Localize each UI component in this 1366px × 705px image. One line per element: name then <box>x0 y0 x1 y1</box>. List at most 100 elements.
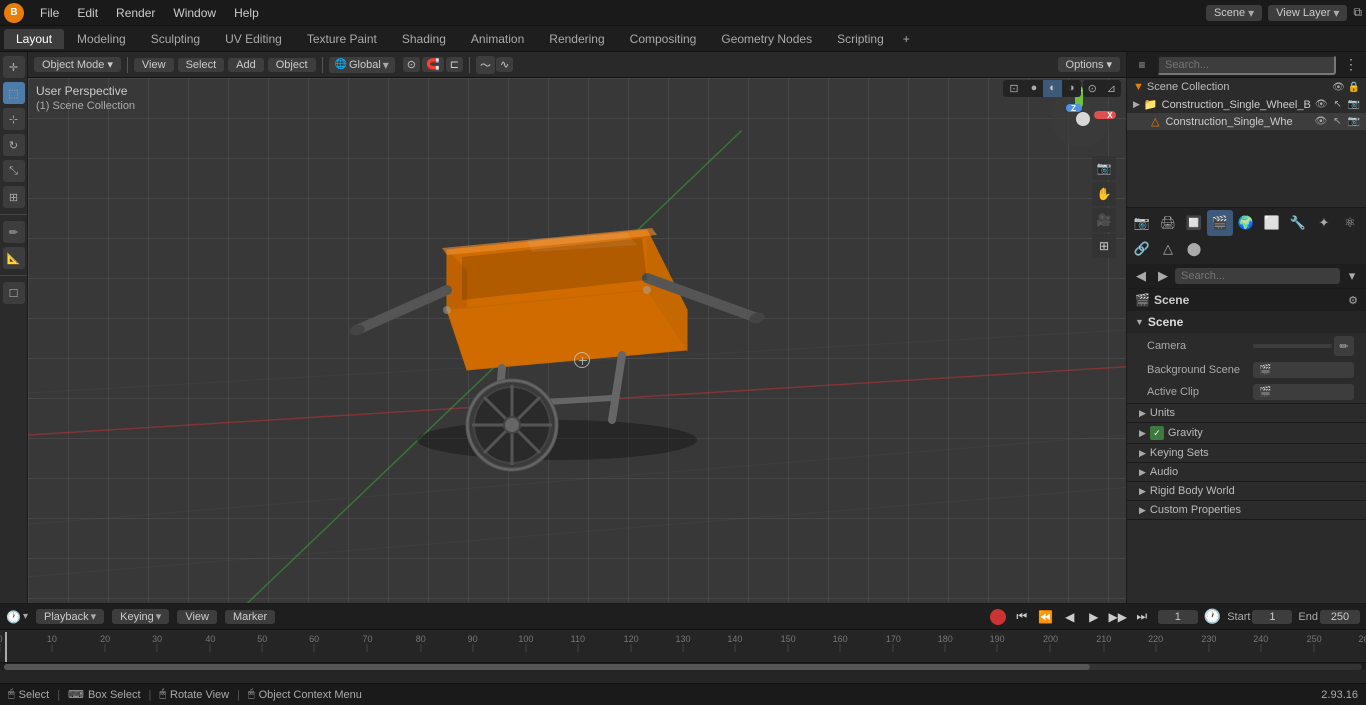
scene-section-header[interactable]: ▼ Scene <box>1127 311 1366 333</box>
prop-search-input[interactable] <box>1175 268 1340 284</box>
hand-tool-btn[interactable]: ✋ <box>1092 182 1116 206</box>
audio-header[interactable]: ▶ Audio <box>1127 463 1366 481</box>
select-menu[interactable]: Select <box>178 58 225 72</box>
tab-geometry-nodes[interactable]: Geometry Nodes <box>709 29 824 49</box>
prop-filter-btn[interactable]: ▾ <box>1342 266 1362 286</box>
tab-modeling[interactable]: Modeling <box>65 29 138 49</box>
outliner-view-btn[interactable]: ≡ <box>1131 54 1153 76</box>
units-header[interactable]: ▶ Units <box>1127 404 1366 422</box>
play-back-btn[interactable]: ◀ <box>1060 607 1080 627</box>
visibility-icon-1[interactable]: 👁 <box>1314 116 1327 127</box>
start-frame[interactable]: 1 <box>1252 610 1292 624</box>
timeline-frames[interactable]: 0 10 20 30 40 50 60 70 80 90 100 110 120… <box>0 630 1366 662</box>
jump-back-btn[interactable]: ⏪ <box>1036 607 1056 627</box>
tab-layout[interactable]: Layout <box>4 29 64 49</box>
outliner-item-0[interactable]: ▶ 📁 Construction_Single_Wheel_B 👁 ↖ 📷 <box>1127 96 1366 113</box>
pivot-point-btn[interactable]: ⊙ <box>403 57 420 72</box>
overlay-btn[interactable]: ⊙ <box>1083 80 1102 97</box>
selectability-icon-1[interactable]: ↖ <box>1333 116 1341 127</box>
cursor-tool[interactable]: ✛ <box>3 56 25 78</box>
output-prop-btn[interactable]: 🖨 <box>1155 210 1181 236</box>
add-cube-tool[interactable]: ☐ <box>3 282 25 304</box>
tab-sculpting[interactable]: Sculpting <box>139 29 212 49</box>
viewport-gizmo[interactable]: X Y Z 📷 ✋ 🎥 ⊞ <box>1046 82 1116 258</box>
object-prop-btn[interactable]: ⬜ <box>1259 210 1285 236</box>
add-workspace-btn[interactable]: + <box>897 32 916 46</box>
tab-animation[interactable]: Animation <box>459 29 536 49</box>
jump-end-btn[interactable]: ⏭ <box>1132 607 1152 627</box>
move-tool[interactable]: ⊹ <box>3 108 25 130</box>
keying-header[interactable]: ▶ Keying Sets <box>1127 444 1366 462</box>
select-tool[interactable]: ⬚ <box>3 82 25 104</box>
tab-rendering[interactable]: Rendering <box>537 29 616 49</box>
wireframe-btn[interactable]: ⊡ <box>1003 80 1024 97</box>
camera-edit-btn[interactable]: ✏ <box>1334 336 1354 356</box>
keying-menu[interactable]: Keying ▾ <box>112 609 169 624</box>
options-btn[interactable]: Options ▾ <box>1058 57 1120 72</box>
realtime-clock-btn[interactable]: 🕐 <box>1204 608 1221 625</box>
scene-prop-btn[interactable]: 🎬 <box>1207 210 1233 236</box>
world-prop-btn[interactable]: 🌍 <box>1233 210 1259 236</box>
3d-viewport[interactable]: Object Mode ▾ View Select Add Object 🌐 G… <box>28 52 1126 603</box>
tab-compositing[interactable]: Compositing <box>618 29 709 49</box>
camera-value[interactable] <box>1253 344 1332 348</box>
snapping-btn[interactable]: 🧲 <box>422 57 444 72</box>
view-menu-tl[interactable]: View <box>177 610 217 624</box>
physics-prop-btn[interactable]: ⚛ <box>1337 210 1363 236</box>
record-btn[interactable] <box>990 609 1006 625</box>
active-clip-value[interactable]: 🎬 <box>1253 384 1354 400</box>
tab-texture-paint[interactable]: Texture Paint <box>295 29 389 49</box>
material-prop-btn[interactable]: ⬤ <box>1181 236 1207 262</box>
annotate-tool[interactable]: ✏ <box>3 221 25 243</box>
particles-prop-btn[interactable]: ✦ <box>1311 210 1337 236</box>
material-preview-btn[interactable]: ◐ <box>1043 80 1062 97</box>
outliner-item-1[interactable]: △ Construction_Single_Whe 👁 ↖ 📷 <box>1127 113 1366 130</box>
add-menu[interactable]: Add <box>228 58 264 72</box>
transform-global[interactable]: 🌐 Global ▾ <box>329 57 395 73</box>
play-fwd-btn[interactable]: ▶▶ <box>1108 607 1128 627</box>
rigid-body-header[interactable]: ▶ Rigid Body World <box>1127 482 1366 500</box>
scale-tool[interactable]: ⤡ <box>3 160 25 182</box>
falloff-btn[interactable]: 〜 <box>476 56 495 74</box>
quad-view-btn[interactable]: ⊞ <box>1092 234 1116 258</box>
gravity-header[interactable]: ▶ ✓ Gravity <box>1127 423 1366 443</box>
data-prop-btn[interactable]: △ <box>1155 236 1181 262</box>
view-layer-prop-btn[interactable]: 🔲 <box>1181 210 1207 236</box>
outliner-search[interactable] <box>1157 55 1336 75</box>
expand-btn[interactable]: ⧉ <box>1353 5 1362 20</box>
transform-tool[interactable]: ⊞ <box>3 186 25 208</box>
render-icon-1[interactable]: 📷 <box>1348 116 1360 127</box>
scene-selector[interactable]: Scene ▾ <box>1206 5 1262 21</box>
solid-btn[interactable]: ● <box>1025 80 1044 97</box>
scene-prop-settings[interactable]: ⚙ <box>1348 294 1358 307</box>
object-mode-dropdown[interactable]: Object Mode ▾ <box>34 57 121 72</box>
prop-nav-fwd[interactable]: ▶ <box>1153 266 1173 286</box>
custom-props-header[interactable]: ▶ Custom Properties <box>1127 501 1366 519</box>
current-frame[interactable]: 1 <box>1158 610 1198 624</box>
visibility-icon-0[interactable]: 👁 <box>1315 99 1328 110</box>
menu-render[interactable]: Render <box>108 4 163 22</box>
header-graph-btn[interactable]: ∿ <box>496 57 513 72</box>
marker-menu[interactable]: Marker <box>225 610 275 624</box>
timeline-scrollbar[interactable] <box>0 662 1366 670</box>
render-icon-0[interactable]: 📷 <box>1348 99 1360 110</box>
menu-edit[interactable]: Edit <box>69 4 106 22</box>
camera-view-btn[interactable]: 📷 <box>1092 156 1116 180</box>
play-btn[interactable]: ▶ <box>1084 607 1104 627</box>
gizmo-x-axis[interactable]: X <box>1094 111 1116 119</box>
prop-nav-back[interactable]: ◀ <box>1131 266 1151 286</box>
render-prop-btn[interactable]: 📷 <box>1129 210 1155 236</box>
tab-uv-editing[interactable]: UV Editing <box>213 29 294 49</box>
tab-scripting[interactable]: Scripting <box>825 29 896 49</box>
camera-persp-btn[interactable]: 🎥 <box>1092 208 1116 232</box>
rendered-btn[interactable]: ◑ <box>1062 80 1081 97</box>
constraints-prop-btn[interactable]: 🔗 <box>1129 236 1155 262</box>
jump-start-btn[interactable]: ⏮ <box>1012 607 1032 627</box>
timeline-scroll-thumb[interactable] <box>4 664 1090 670</box>
measure-tool[interactable]: 📐 <box>3 247 25 269</box>
gizmo-z-axis[interactable]: Z <box>1066 104 1082 112</box>
menu-file[interactable]: File <box>32 4 67 22</box>
proportional-btn[interactable]: ⊏ <box>446 57 463 72</box>
menu-help[interactable]: Help <box>226 4 267 22</box>
selectability-icon-0[interactable]: ↖ <box>1334 99 1342 110</box>
